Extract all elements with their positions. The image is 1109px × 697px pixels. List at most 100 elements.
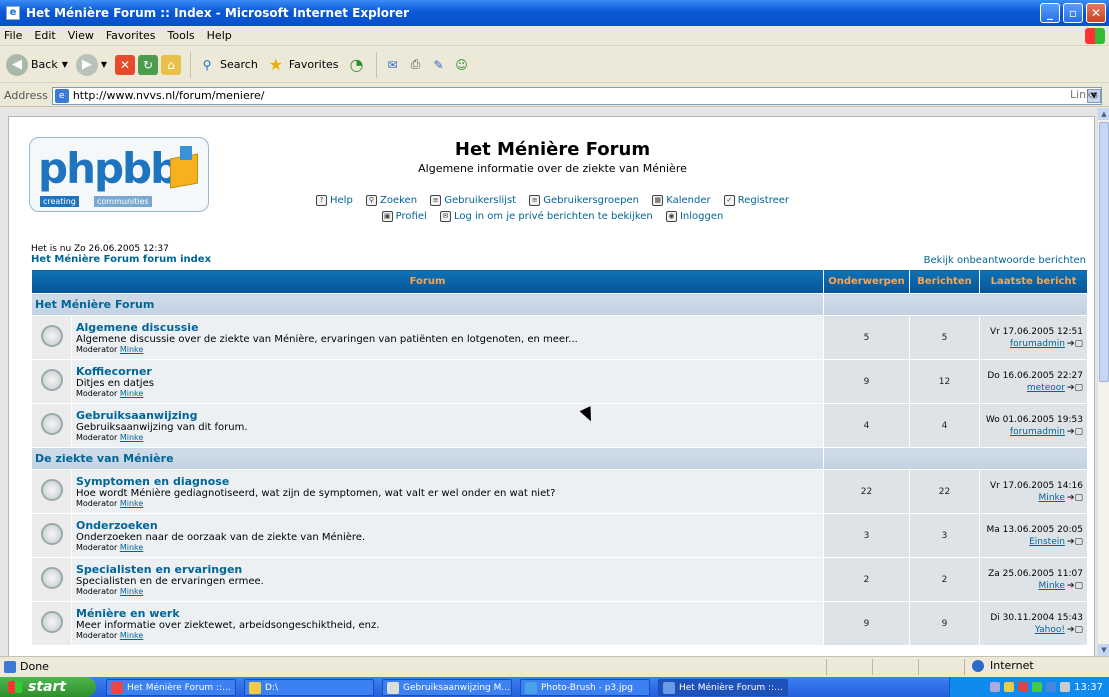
last-post-date: Ma 13.06.2005 20:05: [986, 524, 1083, 535]
nav-login[interactable]: ◉ Inloggen: [665, 211, 723, 222]
menu-edit[interactable]: Edit: [34, 29, 55, 42]
vertical-scrollbar[interactable]: ▲ ▼: [1097, 108, 1109, 656]
groups-icon: ≡: [529, 195, 541, 206]
forward-arrow-icon: ▶: [75, 53, 98, 76]
tray-icon[interactable]: [1032, 682, 1043, 692]
forum-row: Algemene discussie Algemene discussie ove…: [31, 315, 1088, 360]
forum-name-link[interactable]: Gebruiksaanwijzing: [76, 409, 823, 422]
forum-description: Algemene discussie over de ziekte van Mé…: [76, 334, 578, 345]
category-name[interactable]: De ziekte van Ménière: [31, 447, 824, 470]
unanswered-posts-link[interactable]: Bekijk onbeantwoorde berichten: [924, 255, 1086, 266]
nav-calendar[interactable]: ▦ Kalender: [652, 195, 711, 206]
print-icon[interactable]: ⎙: [406, 55, 426, 75]
stop-icon[interactable]: ✕: [115, 54, 136, 75]
taskbar-item-gebruiksaanwijzing[interactable]: Gebruiksaanwijzing M...: [382, 679, 512, 696]
menu-view[interactable]: View: [68, 29, 94, 42]
taskbar-item-photo-brush[interactable]: Photo-Brush - p3.jpg: [520, 679, 650, 696]
forum-folder-icon: [40, 567, 63, 589]
nav-help[interactable]: ? Help: [316, 195, 353, 206]
tray-icon[interactable]: [990, 682, 1001, 692]
minimize-button[interactable]: _: [1040, 3, 1060, 23]
taskbar-item-drive-d[interactable]: D:\: [244, 679, 374, 696]
links-toolbar[interactable]: Links: [1070, 88, 1098, 101]
view-latest-post-icon[interactable]: ➔▢: [1067, 492, 1083, 504]
current-time: Het is nu Zo 26.06.2005 12:37: [31, 244, 169, 254]
tray-icon[interactable]: [1018, 682, 1029, 692]
last-post-user-link[interactable]: Minke: [1039, 493, 1065, 503]
forum-name-link[interactable]: Specialisten en ervaringen: [76, 563, 823, 576]
nav-register[interactable]: ✓ Registreer: [723, 195, 789, 206]
forum-name-link[interactable]: Ménière en werk: [76, 607, 823, 620]
address-input[interactable]: e http://www.nvvs.nl/forum/meniere/ ▼: [51, 86, 1102, 105]
menu-help[interactable]: Help: [207, 29, 232, 42]
moderator-link[interactable]: Minke: [120, 433, 143, 442]
view-latest-post-icon[interactable]: ➔▢: [1067, 536, 1083, 548]
start-button[interactable]: start: [0, 677, 96, 697]
back-button[interactable]: ◀ Back ▼: [6, 53, 68, 76]
close-button[interactable]: ✕: [1086, 3, 1106, 23]
home-icon[interactable]: ⌂: [161, 54, 182, 75]
view-latest-post-icon[interactable]: ➔▢: [1067, 338, 1083, 350]
forum-page: phpbb creating communities Het Ménière F…: [8, 116, 1095, 656]
forum-name-link[interactable]: Onderzoeken: [76, 519, 823, 532]
last-post-user-link[interactable]: meteoor: [1027, 383, 1065, 393]
scroll-thumb[interactable]: [1099, 122, 1109, 382]
forum-index-link[interactable]: Het Ménière Forum forum index: [31, 254, 211, 265]
moderator-link[interactable]: Minke: [120, 543, 143, 552]
help-icon: ?: [316, 195, 327, 206]
maximize-button[interactable]: ▫: [1063, 3, 1083, 23]
history-icon[interactable]: ◔: [347, 55, 367, 75]
nav-search[interactable]: ⚲ Zoeken: [366, 195, 417, 206]
forum-description: Specialisten en de ervaringen ermee.: [76, 576, 264, 587]
moderator-link[interactable]: Minke: [120, 587, 143, 596]
taskbar-item-forum-1[interactable]: Het Ménière Forum ::...: [106, 679, 236, 696]
last-post-user-link[interactable]: Yahoo!: [1035, 625, 1065, 635]
last-post-user-link[interactable]: forumadmin: [1010, 427, 1065, 437]
tray-icon[interactable]: [1060, 682, 1071, 692]
title-bar: e Het Ménière Forum :: Index - Microsoft…: [0, 0, 1109, 26]
taskbar-item-forum-2[interactable]: Het Ménière Forum ::...: [658, 679, 788, 696]
tray-icon[interactable]: [1046, 682, 1057, 692]
last-post-user-link[interactable]: Einstein: [1029, 537, 1065, 547]
menu-file[interactable]: File: [4, 29, 22, 42]
messenger-icon[interactable]: ☺: [452, 55, 472, 75]
forum-folder-icon: [40, 325, 63, 347]
nav-profile[interactable]: ▣ Profiel: [381, 211, 427, 222]
tray-icon[interactable]: [1004, 682, 1015, 692]
moderator-link[interactable]: Minke: [120, 631, 143, 640]
posts-count: 4: [909, 403, 980, 448]
category-name[interactable]: Het Ménière Forum: [31, 293, 824, 316]
moderator-label: Moderator: [76, 345, 118, 354]
moderator-link[interactable]: Minke: [120, 389, 143, 398]
scroll-up-icon[interactable]: ▲: [1098, 108, 1109, 120]
last-post-user-link[interactable]: forumadmin: [1010, 339, 1065, 349]
topics-count: 22: [823, 469, 910, 514]
last-post-date: Di 30.11.2004 15:43: [990, 612, 1083, 623]
view-latest-post-icon[interactable]: ➔▢: [1067, 624, 1083, 636]
menu-tools[interactable]: Tools: [168, 29, 195, 42]
search-button[interactable]: ⚲ Search: [197, 55, 258, 75]
moderator-link[interactable]: Minke: [120, 345, 143, 354]
forum-name-link[interactable]: Symptomen en diagnose: [76, 475, 823, 488]
category-row: De ziekte van Ménière: [31, 447, 1088, 470]
last-post-user-link[interactable]: Minke: [1039, 581, 1065, 591]
scroll-down-icon[interactable]: ▼: [1098, 644, 1109, 656]
last-post-date: Wo 01.06.2005 19:53: [985, 414, 1083, 425]
favorites-button[interactable]: ★ Favorites: [266, 55, 339, 75]
view-latest-post-icon[interactable]: ➔▢: [1067, 580, 1083, 592]
view-latest-post-icon[interactable]: ➔▢: [1067, 426, 1083, 438]
nav-memberlist[interactable]: ≡ Gebruikerslijst: [430, 195, 516, 206]
view-latest-post-icon[interactable]: ➔▢: [1067, 382, 1083, 394]
forum-name-link[interactable]: Algemene discussie: [76, 321, 823, 334]
edit-icon[interactable]: ✎: [429, 55, 449, 75]
windows-logo-icon: [1085, 28, 1105, 44]
col-posts: Berichten: [909, 269, 980, 294]
mail-icon[interactable]: ✉: [383, 55, 403, 75]
refresh-icon[interactable]: ↻: [138, 54, 159, 75]
menu-favorites[interactable]: Favorites: [106, 29, 156, 42]
forum-name-link[interactable]: Koffiecorner: [76, 365, 823, 378]
forward-button[interactable]: ▶ ▼: [75, 53, 107, 76]
nav-usergroups[interactable]: ≡ Gebruikersgroepen: [529, 195, 639, 206]
moderator-link[interactable]: Minke: [120, 499, 143, 508]
nav-private-messages[interactable]: ✉ Log in om je privé berichten te bekijke…: [439, 211, 653, 222]
